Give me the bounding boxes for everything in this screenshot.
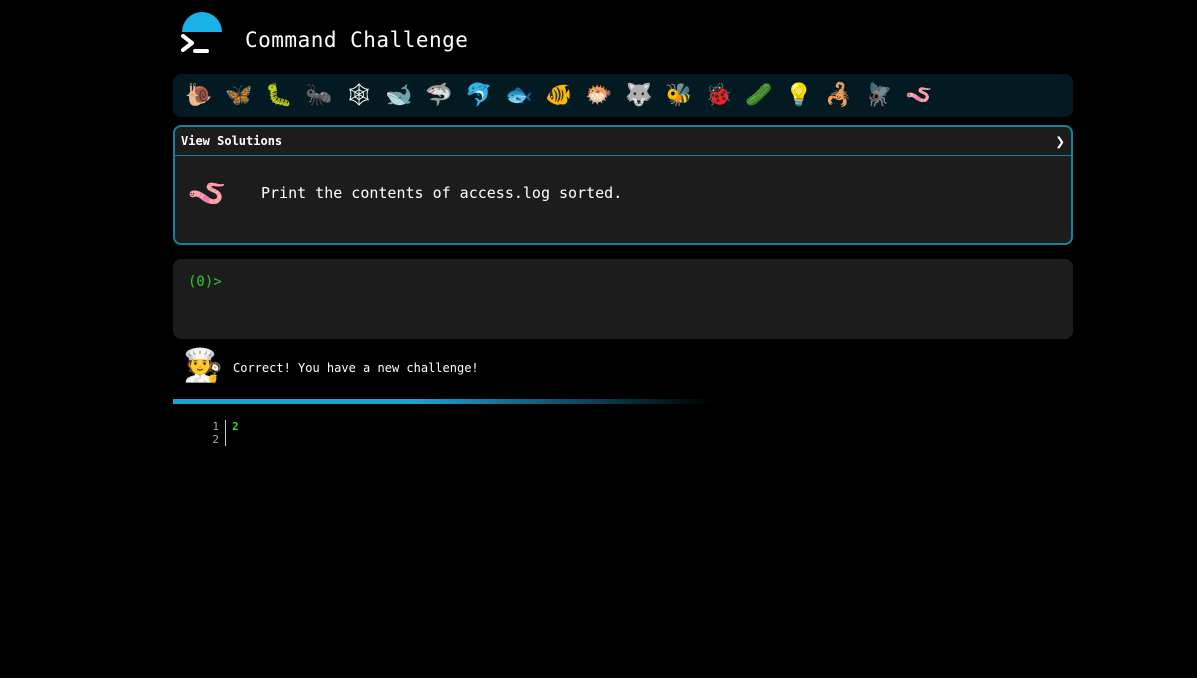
terminal[interactable]: (0)> bbox=[173, 259, 1073, 339]
task-row: 🪱 Print the contents of access.log sorte… bbox=[187, 173, 622, 213]
solution-panel: View Solutions ❯ 🪱 Print the contents of… bbox=[173, 125, 1073, 245]
shark-challenge-icon[interactable]: 🦈 bbox=[419, 76, 459, 116]
scorpion-challenge-icon[interactable]: 🦂 bbox=[819, 76, 859, 116]
snail-challenge-icon[interactable]: 🐌 bbox=[179, 76, 219, 116]
fish-challenge-icon[interactable]: 🐟 bbox=[499, 76, 539, 116]
line-number: 1 bbox=[212, 420, 219, 433]
view-solutions-toggle[interactable]: View Solutions ❯ bbox=[175, 127, 1071, 156]
chef-icon: 🧑‍🍳 bbox=[183, 346, 223, 384]
task-description: Print the contents of access.log sorted. bbox=[261, 184, 623, 202]
challenge-list: 🐌 🦋 🐛 🐜 🕸 🐋 🦈 🐬 🐟 🐠 🐡 🐺 🐝 🐞 🥒 💡 🦂 🪰 🪱 bbox=[173, 74, 1073, 117]
worm-icon: 🪱 bbox=[187, 174, 227, 212]
command-output: 12 2 bbox=[203, 420, 239, 446]
terminal-prompt: (0)> bbox=[188, 274, 222, 290]
fly-challenge-icon[interactable]: 🪰 bbox=[859, 76, 899, 116]
output-lines: 2 bbox=[226, 420, 239, 446]
blowfish-challenge-icon[interactable]: 🐡 bbox=[579, 76, 619, 116]
feedback: 🧑‍🍳 Correct! You have a new challenge! bbox=[183, 342, 479, 388]
terminal-umbrella-icon[interactable] bbox=[180, 12, 224, 56]
caterpillar-challenge-icon[interactable]: 🐛 bbox=[259, 76, 299, 116]
umbrella-shape bbox=[182, 12, 222, 32]
view-solutions-label: View Solutions bbox=[181, 134, 283, 148]
chevron-right-icon[interactable]: ❯ bbox=[1055, 132, 1065, 151]
ant-challenge-icon[interactable]: 🐜 bbox=[299, 76, 339, 116]
tropical-fish-challenge-icon[interactable]: 🐠 bbox=[539, 76, 579, 116]
page-title: Command Challenge bbox=[245, 28, 469, 52]
bulb-challenge-icon[interactable]: 💡 bbox=[779, 76, 819, 116]
progress-fill bbox=[173, 399, 713, 404]
progress-bar bbox=[173, 399, 1073, 404]
output-line: 2 bbox=[232, 420, 239, 433]
feedback-message: Correct! You have a new challenge! bbox=[233, 361, 479, 375]
bee-challenge-icon[interactable]: 🐝 bbox=[659, 76, 699, 116]
dolphin-challenge-icon[interactable]: 🐬 bbox=[459, 76, 499, 116]
terminal-prompt-icon bbox=[180, 32, 210, 56]
wolf-challenge-icon[interactable]: 🐺 bbox=[619, 76, 659, 116]
ladybug-challenge-icon[interactable]: 🐞 bbox=[699, 76, 739, 116]
butterfly-challenge-icon[interactable]: 🦋 bbox=[219, 76, 259, 116]
whale-challenge-icon[interactable]: 🐋 bbox=[379, 76, 419, 116]
header: Command Challenge bbox=[173, 0, 1073, 70]
cucumber-challenge-icon[interactable]: 🥒 bbox=[739, 76, 779, 116]
spider-web-challenge-icon[interactable]: 🕸 bbox=[339, 76, 379, 116]
command-input[interactable] bbox=[231, 273, 836, 291]
line-number: 2 bbox=[212, 433, 219, 446]
line-numbers: 12 bbox=[203, 420, 226, 446]
worm-challenge-icon[interactable]: 🪱 bbox=[899, 76, 939, 116]
